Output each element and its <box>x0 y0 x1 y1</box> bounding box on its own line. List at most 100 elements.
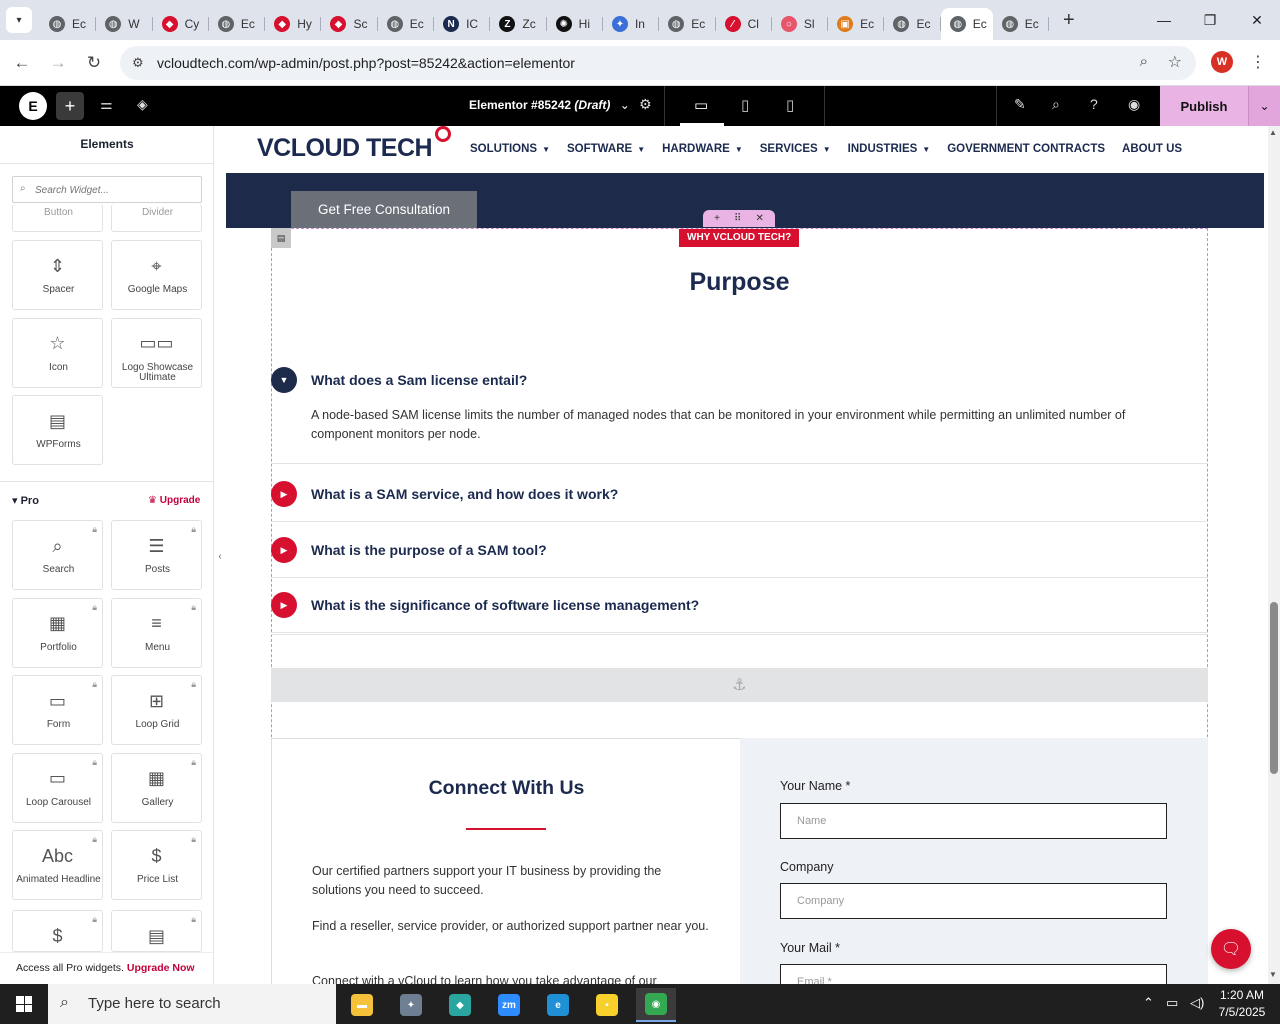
network-icon[interactable]: ▭ <box>1166 995 1178 1011</box>
document-title[interactable]: Elementor #85242 (Draft) ⌄ <box>469 98 630 112</box>
taskbar-app[interactable]: ▬ <box>342 988 382 1022</box>
widget-search[interactable]: ⌕ <box>12 176 202 203</box>
omnibox[interactable]: ⚙ vcloudtech.com/wp-admin/post.php?post=… <box>120 46 1196 80</box>
column-handle-icon[interactable]: ▤ <box>271 228 291 248</box>
structure-layers-icon[interactable]: ◈ <box>137 96 148 113</box>
finder-search-icon[interactable]: ⌕ <box>1052 96 1060 113</box>
browser-tab[interactable]: ◍ Ec <box>659 8 716 40</box>
browser-tab[interactable]: ◍ Ec <box>209 8 266 40</box>
browser-tab[interactable]: ▣ Ec <box>828 8 885 40</box>
nav-software[interactable]: SOFTWARE ▼ <box>567 143 645 155</box>
profile-avatar[interactable]: W <box>1211 51 1233 73</box>
upgrade-link[interactable]: ♛ Upgrade <box>148 495 200 506</box>
add-section-icon[interactable]: + <box>714 213 720 224</box>
caret-right-icon[interactable]: ▶ <box>271 481 297 507</box>
chat-bubble-icon[interactable]: 🗨 <box>1211 929 1251 969</box>
mobile-view-icon[interactable]: ▯ <box>786 96 794 114</box>
close-window-button[interactable]: ✕ <box>1234 0 1280 40</box>
widget-spacer[interactable]: ⇕ Spacer <box>12 240 103 310</box>
widget-partial[interactable]: 🔒︎ $ <box>12 910 103 952</box>
widget-wpforms[interactable]: ▤ WPForms <box>12 395 103 465</box>
taskbar-app[interactable]: ▪ <box>587 988 627 1022</box>
scroll-up-icon[interactable]: ▲ <box>1269 128 1277 137</box>
taskbar-app[interactable]: ◉ <box>636 988 676 1022</box>
tab-search-button[interactable]: ▾ <box>6 7 32 33</box>
reload-icon[interactable]: ↻ <box>81 50 107 76</box>
url-text[interactable]: vcloudtech.com/wp-admin/post.php?post=85… <box>157 55 575 71</box>
widget-gallery[interactable]: ▦ Gallery 🔒︎ <box>111 752 202 823</box>
tablet-view-icon[interactable]: ▯ <box>741 96 749 114</box>
caret-right-icon[interactable]: ▶ <box>271 592 297 618</box>
back-icon[interactable]: ← <box>9 50 35 76</box>
widget-loop-grid[interactable]: ⊞ Loop Grid 🔒︎ <box>111 675 202 745</box>
pro-category-toggle[interactable]: ▾ Pro <box>12 494 39 507</box>
company-field[interactable] <box>780 883 1167 919</box>
faq-question[interactable]: What is a SAM service, and how does it w… <box>311 486 618 502</box>
taskbar-search[interactable]: ⌕ Type here to search <box>48 984 336 1024</box>
faq-question[interactable]: What is the purpose of a SAM tool? <box>311 542 547 558</box>
nav-services[interactable]: SERVICES ▼ <box>760 143 831 155</box>
faq-question[interactable]: What is the significance of software lic… <box>311 597 699 613</box>
widget-posts[interactable]: ☰ Posts 🔒︎ <box>111 520 202 590</box>
system-clock[interactable]: 1:20 AM 7/5/2025 <box>1210 987 1274 1021</box>
browser-tab[interactable]: ◍ W <box>96 8 153 40</box>
faq-item[interactable]: ▶ What is the purpose of a SAM tool? <box>271 534 1208 578</box>
widget-partial[interactable]: 🔒︎ ▤ <box>111 910 202 952</box>
taskbar-app[interactable]: zm <box>489 988 529 1022</box>
widget-price-list[interactable]: $ Price List 🔒︎ <box>111 830 202 900</box>
widget-search[interactable]: ⌕ Search 🔒︎ <box>12 520 103 590</box>
nav-solutions[interactable]: SOLUTIONS ▼ <box>470 143 550 155</box>
start-button[interactable] <box>0 984 48 1024</box>
browser-tab[interactable]: ⁄ Cl <box>716 8 772 40</box>
nav-hardware[interactable]: HARDWARE ▼ <box>662 143 743 155</box>
email-field[interactable] <box>780 964 1167 984</box>
publish-options-chevron-icon[interactable]: ⌄ <box>1248 86 1280 126</box>
free-consultation-button[interactable]: Get Free Consultation <box>291 191 477 228</box>
widget-logo-showcase-ultimate[interactable]: ▭▭ Logo Showcase Ultimate <box>111 317 202 388</box>
restore-button[interactable]: ❐ <box>1187 0 1233 40</box>
add-element-button[interactable]: + <box>56 92 84 120</box>
nav-government-contracts[interactable]: GOVERNMENT CONTRACTS <box>947 143 1105 155</box>
drag-handle-icon[interactable]: ⠿ <box>734 213 741 224</box>
scroll-down-icon[interactable]: ▼ <box>1269 970 1277 979</box>
publish-button[interactable]: Publish <box>1160 86 1248 126</box>
search-widget-input[interactable] <box>35 181 195 199</box>
faq-question[interactable]: What does a Sam license entail? <box>311 372 527 388</box>
desktop-view-icon[interactable]: ▭ <box>694 96 708 114</box>
elementor-logo-icon[interactable]: E <box>19 92 47 120</box>
bookmark-star-icon[interactable]: ☆ <box>1168 52 1182 72</box>
caret-right-icon[interactable]: ▶ <box>271 537 297 563</box>
nav-industries[interactable]: INDUSTRIES ▼ <box>848 143 931 155</box>
browser-tab[interactable]: ◍ Ec <box>884 8 941 40</box>
widget-icon[interactable]: ☆ Icon <box>12 317 103 388</box>
site-logo[interactable]: VCLOUD TECH <box>257 134 433 163</box>
taskbar-app[interactable]: ◆ <box>440 988 480 1022</box>
volume-icon[interactable]: ◁) <box>1190 995 1204 1011</box>
forward-icon[interactable]: → <box>45 50 71 76</box>
browser-tab[interactable]: ◍ Ec <box>378 8 435 40</box>
name-field[interactable] <box>780 803 1167 839</box>
help-icon[interactable]: ? <box>1090 96 1098 112</box>
browser-tab[interactable]: ✺ Hi <box>547 8 603 40</box>
browser-tab[interactable]: ○ Sl <box>772 8 829 40</box>
menu-anchor-placeholder[interactable]: ⚓ <box>271 668 1208 702</box>
new-tab-button[interactable]: + <box>1063 9 1075 32</box>
browser-tab[interactable]: ◆ Cy <box>153 8 209 40</box>
widget-animated-headline[interactable]: Abc Animated Headline 🔒︎ <box>12 830 103 900</box>
preview-eye-icon[interactable]: ◉ <box>1128 96 1140 113</box>
zoom-icon[interactable]: ⌕ <box>1140 53 1148 70</box>
taskbar-app[interactable]: ✦ <box>391 988 431 1022</box>
chrome-menu-icon[interactable]: ⋮ <box>1250 52 1266 72</box>
page-scrollbar[interactable]: ▲ ▼ <box>1268 126 1280 984</box>
widget-menu[interactable]: ≡ Menu 🔒︎ <box>111 597 202 668</box>
chevron-up-icon[interactable]: ⌃ <box>1143 995 1154 1011</box>
nav-about-us[interactable]: ABOUT US <box>1122 143 1182 155</box>
caret-down-icon[interactable]: ▼ <box>271 367 297 393</box>
faq-item[interactable]: ▶ What is the significance of software li… <box>271 589 1208 633</box>
widget-portfolio[interactable]: ▦ Portfolio 🔒︎ <box>12 597 103 668</box>
upgrade-now-link[interactable]: Upgrade Now <box>127 962 195 974</box>
faq-item[interactable]: ▼ What does a Sam license entail? A node-b… <box>271 364 1208 464</box>
site-settings-icon[interactable]: ⚌ <box>100 96 113 113</box>
scrollbar-thumb[interactable] <box>1270 602 1278 774</box>
browser-tab[interactable]: ◍ Ec <box>40 8 97 40</box>
